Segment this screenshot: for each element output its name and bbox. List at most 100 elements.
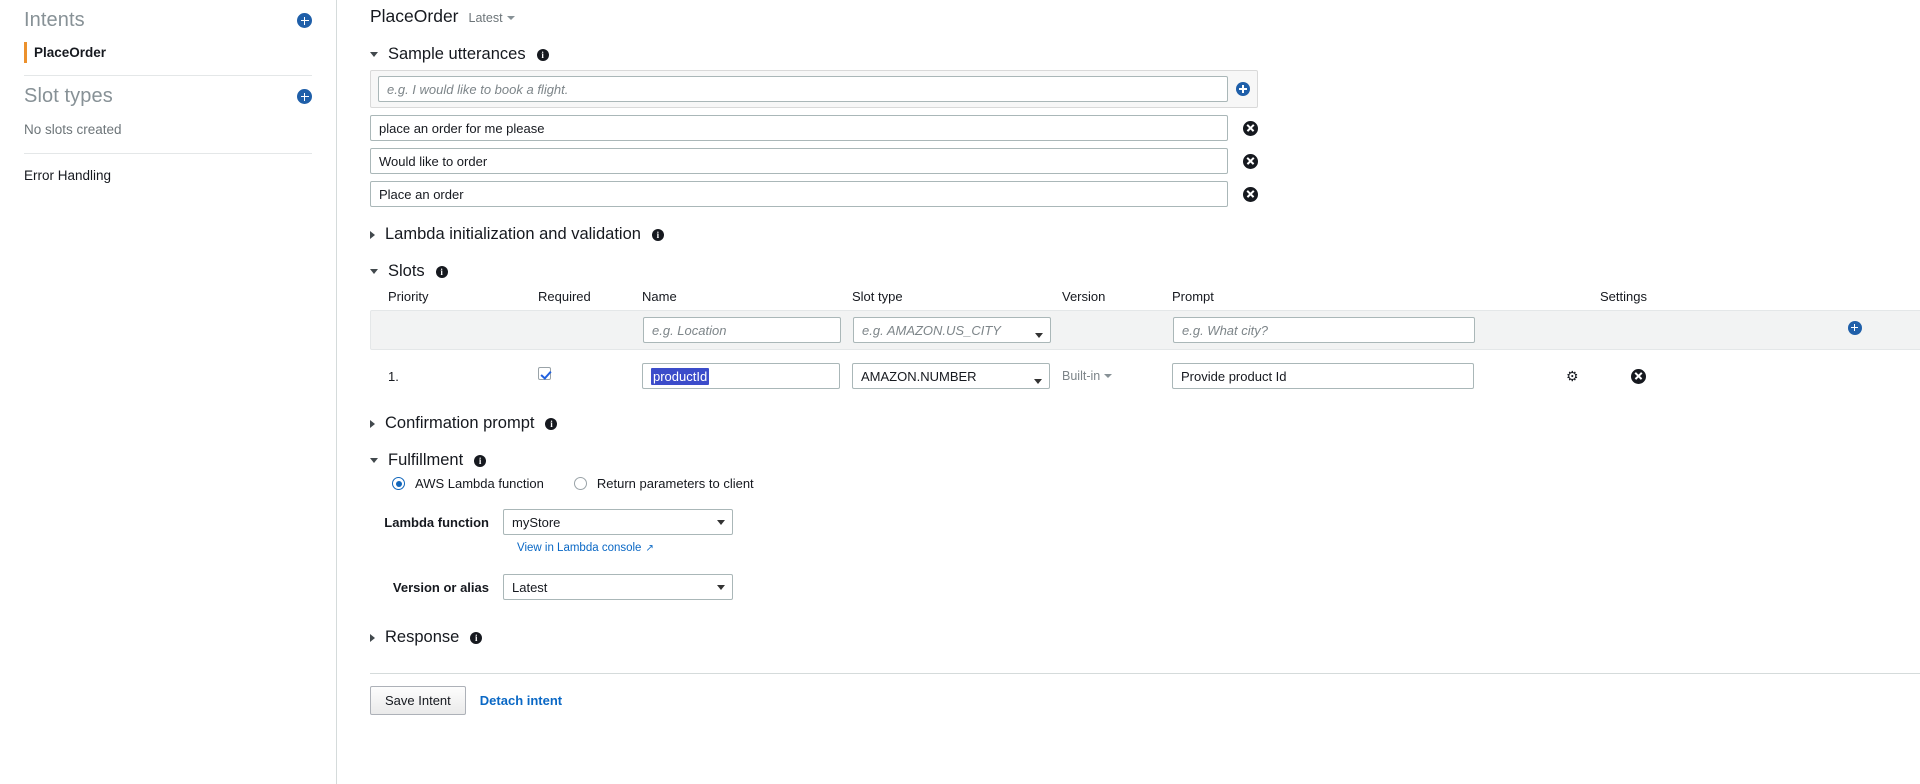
radio-label-aws-lambda-function: AWS Lambda function	[415, 476, 544, 491]
view-in-lambda-console-link[interactable]: View in Lambda console ↗	[517, 542, 654, 554]
new-slot-settings-cell	[1483, 320, 1920, 340]
sidebar-item-label: PlaceOrder	[34, 45, 107, 60]
section-header-lambda-initialization[interactable]: Lambda initialization and validation i	[370, 225, 1890, 244]
detach-intent-button[interactable]: Detach intent	[480, 693, 562, 708]
slots-table-header: Priority Required Name Slot type Version…	[370, 289, 1920, 310]
gear-icon[interactable]: ⚙	[1566, 369, 1579, 383]
slot-name-selected-text: productId	[651, 367, 710, 385]
sidebar-intents-header: Intents	[24, 0, 312, 36]
slots-table: Priority Required Name Slot type Version…	[370, 289, 1920, 396]
footer-actions: Save Intent Detach intent	[370, 674, 1890, 715]
intent-version-selector[interactable]: Latest	[469, 11, 515, 25]
utterance-row	[370, 181, 1258, 207]
lambda-function-label: Lambda function	[384, 514, 489, 530]
slot-required-checkbox[interactable]	[538, 367, 551, 380]
new-slot-type-cell: e.g. AMAZON.US_CITY	[853, 317, 1063, 343]
view-in-lambda-console-label: View in Lambda console	[517, 542, 642, 554]
utterance-row	[370, 115, 1258, 141]
chevron-right-icon	[370, 419, 375, 428]
utterance-input[interactable]	[370, 148, 1228, 174]
version-or-alias-field: Version or alias Latest	[370, 574, 1890, 600]
new-slot-type-select[interactable]: e.g. AMAZON.US_CITY	[853, 317, 1051, 343]
slot-version-cell: Built-in	[1062, 367, 1172, 385]
section-title: Fulfillment	[388, 451, 464, 469]
new-utterance-input[interactable]	[378, 76, 1228, 102]
section-title: Confirmation prompt	[385, 414, 535, 432]
sidebar-item-placeorder[interactable]: PlaceOrder	[24, 36, 312, 69]
external-link-icon: ↗	[645, 542, 654, 554]
chevron-right-icon	[370, 230, 375, 239]
slot-required-cell	[538, 367, 642, 385]
save-intent-button[interactable]: Save Intent	[370, 686, 466, 715]
remove-slot-icon[interactable]	[1630, 368, 1646, 384]
new-slot-prompt-input[interactable]	[1173, 317, 1475, 343]
new-slot-prompt-cell	[1173, 317, 1483, 343]
sidebar-intents-title: Intents	[24, 9, 85, 31]
section-header-sample-utterances[interactable]: Sample utterances i	[370, 45, 1890, 64]
slot-name-cell: productId	[642, 363, 852, 389]
radio-label-return-parameters-to-client: Return parameters to client	[596, 476, 754, 491]
utterance-input[interactable]	[370, 181, 1228, 207]
sidebar-no-slots-message: No slots created	[24, 122, 122, 137]
radio-aws-lambda-function[interactable]	[392, 477, 405, 490]
chevron-down-icon	[370, 52, 378, 57]
column-header-required: Required	[538, 289, 591, 304]
slot-name-input[interactable]: productId	[642, 363, 840, 389]
version-or-alias-select[interactable]: Latest	[503, 574, 733, 600]
remove-utterance-icon[interactable]	[1243, 120, 1258, 136]
chevron-down-icon	[370, 458, 378, 463]
section-header-slots[interactable]: Slots i	[370, 262, 1890, 281]
chevron-right-icon	[370, 633, 375, 642]
add-slot-type-icon[interactable]	[297, 89, 312, 104]
slot-prompt-cell	[1172, 363, 1482, 389]
slot-type-cell: AMAZON.NUMBER	[852, 363, 1062, 389]
sidebar-item-error-handling[interactable]: Error Handling	[24, 154, 312, 183]
section-title: Slots	[388, 262, 425, 280]
slot-prompt-input[interactable]	[1172, 363, 1474, 389]
add-slot-icon[interactable]	[1847, 320, 1862, 335]
info-icon[interactable]: i	[651, 228, 664, 241]
chevron-down-icon	[370, 269, 378, 274]
lex-intent-editor-page: Intents PlaceOrder Slot types No slots c…	[0, 0, 1920, 784]
new-slot-name-cell	[643, 317, 853, 343]
section-header-response[interactable]: Response i	[370, 628, 1890, 647]
chevron-down-icon	[506, 16, 515, 20]
slot-type-select[interactable]: AMAZON.NUMBER	[852, 363, 1050, 389]
remove-utterance-icon[interactable]	[1243, 186, 1258, 202]
column-header-settings: Settings	[1600, 289, 1647, 304]
add-utterance-icon[interactable]	[1236, 82, 1250, 96]
page-title: PlaceOrder	[370, 6, 459, 26]
section-title: Lambda initialization and validation	[385, 225, 641, 243]
selected-accent-bar	[24, 42, 27, 63]
info-icon[interactable]: i	[536, 48, 549, 61]
section-title: Sample utterances	[388, 45, 526, 63]
new-slot-name-input[interactable]	[643, 317, 841, 343]
slot-version-selector[interactable]: Built-in	[1062, 369, 1113, 383]
info-icon[interactable]: i	[470, 631, 483, 644]
intent-header: PlaceOrder Latest	[370, 0, 1890, 27]
slot-version-label: Built-in	[1062, 369, 1101, 383]
sidebar: Intents PlaceOrder Slot types No slots c…	[0, 0, 337, 784]
slot-settings-cell: ⚙	[1482, 368, 1920, 384]
info-icon[interactable]: i	[545, 417, 558, 430]
utterance-input[interactable]	[370, 115, 1228, 141]
lambda-function-field: Lambda function myStore	[370, 509, 1890, 535]
fulfillment-options: AWS Lambda function Return parameters to…	[392, 476, 1890, 491]
column-header-name: Name	[642, 289, 677, 304]
section-title: Response	[385, 628, 460, 646]
new-utterance-row	[370, 70, 1258, 108]
column-header-prompt: Prompt	[1172, 289, 1214, 304]
section-header-confirmation-prompt[interactable]: Confirmation prompt i	[370, 414, 1890, 433]
remove-utterance-icon[interactable]	[1243, 153, 1258, 169]
info-icon[interactable]: i	[474, 454, 487, 467]
info-icon[interactable]: i	[435, 265, 448, 278]
lambda-function-select[interactable]: myStore	[503, 509, 733, 535]
intent-version-label: Latest	[468, 11, 503, 25]
utterance-row	[370, 148, 1258, 174]
add-intent-icon[interactable]	[297, 13, 312, 28]
radio-return-parameters-to-client[interactable]	[573, 477, 587, 490]
column-header-priority: Priority	[388, 289, 429, 304]
section-header-fulfillment[interactable]: Fulfillment i	[370, 451, 1890, 470]
sidebar-slot-types-header: Slot types	[24, 76, 312, 112]
main-content: PlaceOrder Latest Sample utterances i e.…	[337, 0, 1920, 784]
